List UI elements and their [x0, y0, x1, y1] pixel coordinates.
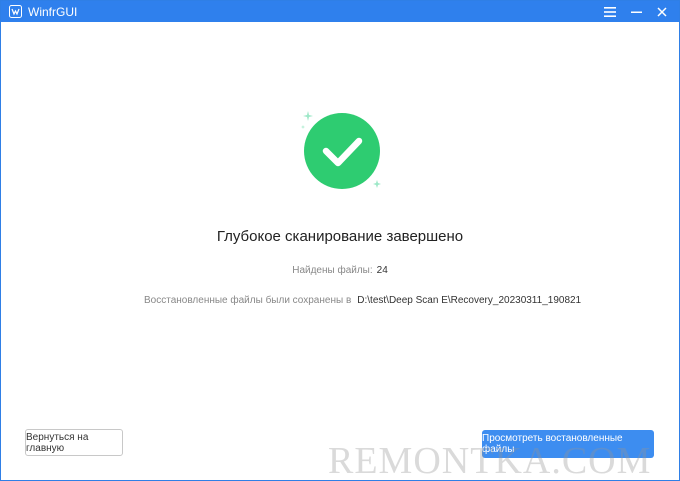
window-controls — [597, 1, 675, 22]
view-recovered-files-button[interactable]: Просмотреть востановленные файлы — [482, 430, 654, 458]
found-files-label: Найдены файлы: — [292, 265, 373, 276]
app-title: WinfrGUI — [28, 4, 78, 19]
minimize-icon[interactable] — [623, 1, 649, 22]
close-icon[interactable] — [649, 1, 675, 22]
checkmark-circle-icon — [293, 106, 393, 206]
found-files-row: Найдены файлы: 24 — [1, 265, 679, 276]
saved-location-label: Восстановленные файлы были сохранены в — [144, 295, 352, 306]
saved-location-row: Восстановленные файлы были сохранены в D:… — [144, 295, 581, 306]
saved-location-path[interactable]: D:\test\Deep Scan E\Recovery_20230311_19… — [357, 295, 581, 306]
scan-complete-heading: Глубокое сканирование завершено — [216, 228, 464, 245]
titlebar: WinfrGUI — [1, 1, 679, 22]
found-files-count: 24 — [376, 265, 388, 276]
main-content: Глубокое сканирование завершено Найдены … — [1, 22, 679, 480]
hamburger-menu-icon[interactable] — [597, 1, 623, 22]
back-to-home-button[interactable]: Вернуться на главную — [25, 429, 123, 456]
app-window: WinfrGUI Глубокое сканирование завершено… — [0, 0, 680, 481]
winfr-logo-icon — [9, 5, 22, 18]
